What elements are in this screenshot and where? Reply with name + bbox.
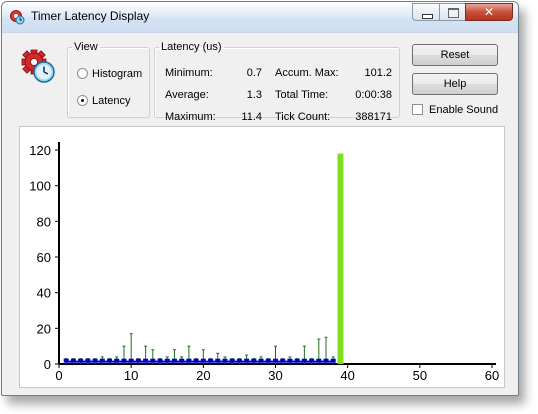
maximize-button[interactable] [439,3,466,21]
tick-count-label: Tick Count: [275,111,331,123]
x-tick-label: 60 [485,368,499,383]
title-bar[interactable]: Timer Latency Display ✕ [2,2,518,33]
y-tick-label: 60 [37,250,51,265]
x-tick-label: 40 [340,368,354,383]
total-time-value: 0:00:38 [355,89,392,101]
average-label: Average: [165,89,209,101]
enable-sound-label: Enable Sound [429,104,499,116]
close-icon: ✕ [483,5,495,19]
y-tick-label: 100 [29,179,51,194]
x-tick-label: 50 [413,368,427,383]
minimize-button[interactable] [412,3,440,21]
latency-label: Latency [92,95,131,107]
help-button[interactable]: Help [412,73,498,95]
latency-chart: 0 20 40 60 80 100 120 0 10 20 30 40 50 60 [19,126,505,388]
y-tick-label: 80 [37,214,51,229]
latency-group: Latency (us) Minimum: 0.7 Average: 1.3 M… [154,41,400,123]
reset-button[interactable]: Reset [412,44,498,66]
enable-sound-checkbox[interactable] [412,104,423,115]
minimum-label: Minimum: [165,67,213,79]
y-tick-label: 20 [37,321,51,336]
minimum-value: 0.7 [246,67,262,79]
latency-chart-svg: 0 20 40 60 80 100 120 0 10 20 30 40 50 60 [29,142,499,383]
latency-legend: Latency (us) [161,41,222,53]
y-tick-label: 120 [29,143,51,158]
x-tick-label: 0 [55,368,62,383]
accum-max-value: 101.2 [364,67,392,79]
maximize-icon [448,8,459,18]
maximum-value: 11.4 [241,111,262,123]
x-tick-label: 30 [268,368,282,383]
view-group: View Histogram Latency [67,41,150,118]
y-tick-label: 40 [37,286,51,301]
x-tick-label: 20 [196,368,210,383]
accum-max-label: Accum. Max: [275,67,339,79]
view-legend: View [74,41,98,53]
gear-clock-icon [21,49,55,83]
latency-radio[interactable]: Latency [77,95,131,107]
y-tick-label: 0 [44,357,51,372]
current-bar [337,153,344,364]
x-tick-label: 10 [124,368,138,383]
histogram-label: Histogram [92,68,143,80]
client-area: View Histogram Latency Latency (us) Mini… [2,33,518,395]
minimize-icon [422,14,433,19]
maximum-label: Maximum: [165,111,216,123]
close-button[interactable]: ✕ [465,3,513,21]
enable-sound-option[interactable]: Enable Sound [412,104,498,116]
average-value: 1.3 [246,89,262,101]
window-title: Timer Latency Display [31,9,150,23]
total-time-label: Total Time: [275,89,329,101]
app-window: Timer Latency Display ✕ View Histogram L… [1,1,519,396]
tick-count-value: 388171 [355,111,392,123]
histogram-radio[interactable]: Histogram [77,68,142,80]
histogram-radio-button[interactable] [77,68,88,79]
latency-radio-button[interactable] [77,95,88,106]
timer-gear-icon [10,10,25,25]
